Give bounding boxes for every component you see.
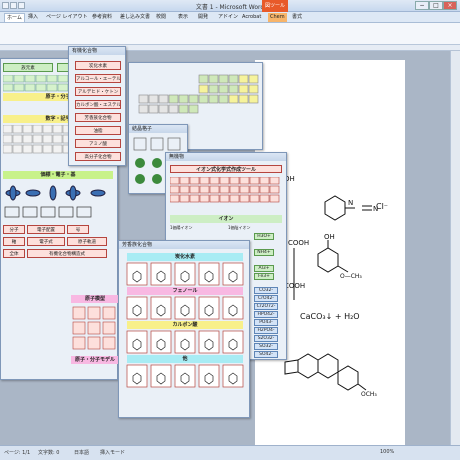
ion-fe-button[interactable]: Fe3+ (254, 273, 274, 280)
organic-panel-title: 有機化合物 (69, 47, 125, 55)
cooh-label-1: COOH (288, 239, 309, 247)
cooh-label-2: COOH (284, 282, 305, 290)
window-title: 文書 1 - Microsoft Word (195, 4, 265, 11)
ion-hpo4-button[interactable]: HPO42- (254, 311, 278, 318)
aldehyde-ketone-button[interactable]: アルデヒド・ケトン (75, 87, 121, 96)
cl-anion-label: Cl⁻ (376, 202, 389, 211)
hydrocarbon-button[interactable]: 炭化水素 (75, 61, 121, 70)
element-group-button[interactable]: 族元素 (3, 63, 53, 72)
ion-symbol-grid[interactable] (170, 177, 282, 213)
alkaloid-structure (284, 353, 367, 391)
ion-tool-title: イオン式化学式作成ツール (170, 165, 282, 173)
reaction-text: CaCO₃↓ + H₂O (300, 312, 360, 321)
ion-panel-title: 無機物 (166, 153, 286, 161)
crystal-panel-title: 結晶格子 (129, 125, 187, 133)
alcohol-ether-button[interactable]: アルコール・エーテル (75, 74, 121, 83)
ribbon-tabs: ホーム 挿入 ページ レイアウト 参考資料 差し込み文書 校閲 表示 開発 アド… (0, 12, 460, 23)
context-tab-drawing-tools[interactable]: 図ツール (262, 0, 288, 12)
symbol-button[interactable]: 号 (67, 225, 89, 234)
ribbon (0, 23, 460, 45)
och3-label: OCH₃ (361, 391, 377, 398)
ion-h2po4-button[interactable]: H2PO4- (254, 327, 278, 334)
atom-model-icons[interactable] (71, 305, 119, 353)
ion-po4-button[interactable]: PO43- (254, 319, 278, 326)
ion-s2o3-button[interactable]: S2O32- (254, 335, 278, 342)
tab-addins[interactable]: アドイン (216, 13, 240, 22)
ion-cr2o7-button[interactable]: Cr2O72- (254, 303, 278, 310)
fats-button[interactable]: 油脂 (75, 126, 121, 135)
tab-page-layout[interactable]: ページ レイアウト (44, 13, 90, 22)
tab-mailings[interactable]: 差し込み文書 (118, 13, 152, 22)
aromatic-button[interactable]: 芳香族化合物 (75, 113, 121, 122)
electron-config-button[interactable]: 電子配置 (27, 225, 65, 234)
methyl-salicylate-structure (317, 240, 349, 273)
ion-co3-button[interactable]: CO32- (254, 287, 278, 294)
status-language[interactable]: 日本語 (74, 449, 89, 456)
atomic-orbital-button[interactable]: 原子軌道 (67, 237, 107, 246)
status-zoom[interactable]: 100% (380, 449, 394, 455)
tab-developer[interactable]: 開発 (196, 13, 210, 22)
electron-formula-button[interactable]: 電子式 (27, 237, 65, 246)
ion-al-button[interactable]: Al3+ (254, 265, 274, 272)
tab-references[interactable]: 参考資料 (90, 13, 114, 22)
amino-acid-button[interactable]: アミノ酸 (75, 139, 121, 148)
ion-so3-button[interactable]: SO32- (254, 343, 278, 350)
carboxylic-ester-button[interactable]: カルボン酸・エステル (75, 100, 121, 109)
ion-cro4-button[interactable]: CrO42- (254, 295, 278, 302)
organic-compound-panel: 有機化合物 炭化水素 アルコール・エーテル アルデヒド・ケトン カルボン酸・エス… (68, 46, 126, 166)
n-plus-label: N (348, 199, 353, 207)
status-page[interactable]: ページ: 1/1 (4, 449, 30, 456)
minimize-button[interactable]: − (415, 1, 429, 10)
status-insert-mode[interactable]: 挿入モード (100, 449, 125, 456)
ion-h3o-button[interactable]: H3O+ (254, 233, 274, 240)
section-molecule-model: 原子・分子モデル (71, 356, 119, 364)
tab-home[interactable]: ホーム (4, 13, 25, 22)
aromatic-panel-title: 芳香族化合物 (119, 241, 249, 249)
close-button[interactable]: × (443, 1, 457, 10)
tab-insert[interactable]: 挿入 (26, 13, 40, 22)
aromatic-structure-buttons[interactable] (125, 261, 247, 417)
tab-chem[interactable]: Chem (268, 13, 287, 22)
organic-structure-button[interactable]: 有機化合物構造式 (27, 249, 107, 258)
molecule-button[interactable]: 分子 (3, 225, 25, 234)
polymer-button[interactable]: 高分子化合物 (75, 152, 121, 161)
tab-view[interactable]: 表示 (176, 13, 190, 22)
ion-so4-button[interactable]: SO42- (254, 351, 278, 358)
document-structures[interactable]: N N OH O—CH₃ COOH COOH OCH₃ OH (280, 170, 445, 430)
axis-button[interactable]: 軸 (3, 237, 25, 246)
oh-label: OH (324, 233, 335, 241)
ester-label: O—CH₃ (340, 273, 362, 280)
tab-acrobat[interactable]: Acrobat (240, 13, 263, 22)
ion-label-2: 1価陰イオン (228, 225, 251, 230)
ion-section-header: イオン (170, 215, 282, 223)
tab-review[interactable]: 校閲 (154, 13, 168, 22)
section-bond-electron-group: 価標・電子・基 (3, 171, 113, 179)
section-hydrocarbon: 炭化水素 (127, 253, 243, 261)
status-words[interactable]: 文字数: 0 (38, 449, 59, 456)
orbital-shapes[interactable] (3, 181, 115, 221)
ion-label-1: 1価陽イオン (170, 225, 193, 230)
tab-format[interactable]: 書式 (290, 13, 304, 22)
section-atom-model: 原子模型 (71, 295, 119, 303)
maximize-button[interactable]: □ (429, 1, 443, 10)
vertical-scrollbar[interactable] (450, 51, 460, 445)
aromatic-compound-panel: 芳香族化合物 炭化水素 フェノール カルボン酸 他 (118, 240, 250, 418)
ion-nh4-button[interactable]: NH4+ (254, 249, 274, 256)
whole-button[interactable]: 全体 (3, 249, 25, 258)
status-bar: ページ: 1/1 文字数: 0 日本語 挿入モード 100% (0, 445, 460, 460)
